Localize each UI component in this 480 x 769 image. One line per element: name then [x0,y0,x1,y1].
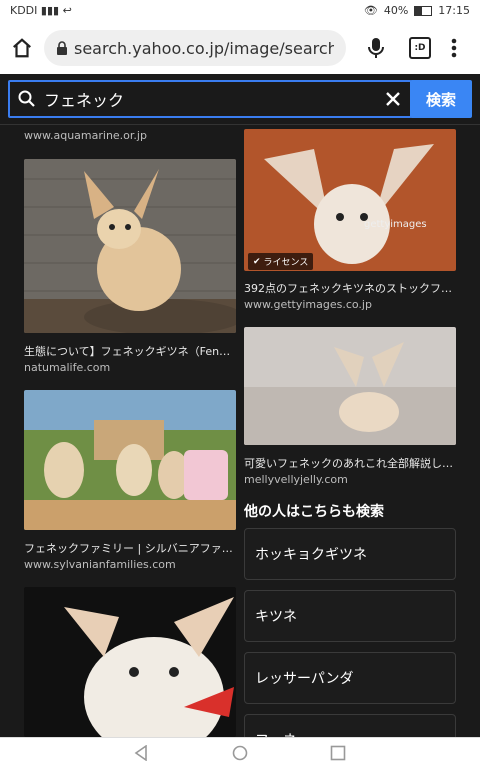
result-domain: natumalife.com [24,361,111,374]
back-icon[interactable] [134,745,148,761]
home-circle-icon[interactable] [232,745,248,761]
results-area: www.aquamarine.or.jp 生態について】フェネックギツネ（Fen… [0,125,480,737]
result-domain: www.gettyimages.co.jp [244,298,372,311]
result-domain: www.aquamarine.or.jp [24,129,147,142]
signal-icon: ▮▮▮ [40,4,60,17]
result-image[interactable] [24,587,236,737]
url-text: search.yahoo.co.jp/image/search?e [74,38,334,58]
result-image[interactable] [244,327,456,445]
more-menu-icon[interactable] [442,34,466,62]
mic-icon[interactable] [362,34,390,62]
result-title[interactable]: フェネックファミリー | シルバニアファミリー [24,540,236,556]
result-title[interactable]: 可愛いフェネックのあれこれ全部解説します [244,455,456,471]
check-icon: ✔ [253,256,261,267]
tabs-icon[interactable]: :D [406,34,434,62]
related-search-item[interactable]: ホッキョクギツネ [244,528,456,580]
search-input[interactable]: フェネック [8,80,412,118]
result-image[interactable] [24,159,236,333]
search-icon [18,90,36,108]
result-domain: mellyvellyjelly.com [244,473,348,486]
status-left: KDDI ▮▮▮ ↩ [10,4,72,17]
carrier-label: KDDI [10,4,38,17]
result-title[interactable]: 392点のフェネックキツネのストックフォト [244,280,456,296]
system-nav-bar [0,737,480,769]
search-button[interactable]: 検索 [410,80,472,118]
back-arrow-icon: ↩ [62,4,72,17]
browser-toolbar: search.yahoo.co.jp/image/search?e :D [0,22,480,74]
status-bar: KDDI ▮▮▮ ↩ 👁 40% 17:15 [0,0,480,22]
result-image[interactable] [24,390,236,530]
recents-icon[interactable] [330,745,346,761]
related-search-item[interactable]: レッサーパンダ [244,652,456,704]
clock: 17:15 [438,4,470,17]
related-search-item[interactable]: フェネ... [244,714,456,737]
battery-fill [415,6,422,15]
svg-text:gettyimages: gettyimages [364,219,427,230]
result-domain: www.sylvanianfamilies.com [24,558,176,571]
eye-icon: 👁 [363,4,378,17]
battery-percent: 40% [383,4,409,17]
battery-icon [414,5,433,16]
license-badge-label: ライセンス [263,258,309,268]
lock-icon [56,41,68,55]
search-bar: フェネック 検索 [0,74,480,125]
home-icon[interactable] [8,34,36,62]
related-search-item[interactable]: キツネ [244,590,456,642]
clear-icon[interactable] [386,92,400,106]
license-badge: ✔ ライセンス [248,253,314,270]
tab-count: :D [409,37,431,59]
related-searches-heading: 他の人はこちらも検索 [244,504,384,520]
status-right: 👁 40% 17:15 [364,4,470,17]
search-query: フェネック [44,91,125,110]
result-image[interactable]: gettyimages ✔ ライセンス [244,129,456,271]
address-bar[interactable]: search.yahoo.co.jp/image/search?e [44,30,346,66]
result-title[interactable]: 生態について】フェネックギツネ（Fennec fox） [24,343,236,359]
